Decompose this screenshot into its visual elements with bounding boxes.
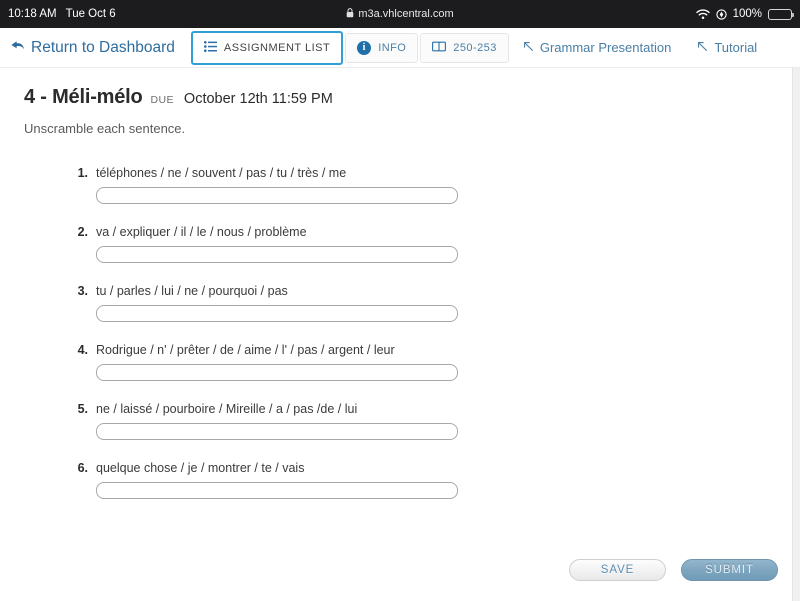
status-bar-date: Tue Oct 6: [65, 8, 116, 20]
submit-button[interactable]: SUBMIT: [681, 559, 778, 581]
exercise-scrambled-words: Rodrigue / n' / prêter / de / aime / l' …: [96, 343, 395, 357]
list-item: 1. téléphones / ne / souvent / pas / tu …: [68, 166, 776, 204]
exercise-prompt: 2. va / expliquer / il / le / nous / pro…: [68, 225, 776, 239]
list-item: 3. tu / parles / lui / ne / pourquoi / p…: [68, 284, 776, 322]
assignment-page: 4 - Méli-mélo DUE October 12th 11:59 PM …: [0, 68, 800, 601]
instructions-text: Unscramble each sentence.: [24, 121, 186, 136]
tab-info-label: INFO: [378, 41, 407, 54]
url-text: m3a.vhlcentral.com: [358, 8, 454, 20]
assignment-navbar: Return to Dashboard ASSIGNMENT LIST i IN…: [0, 28, 800, 68]
due-date: October 12th 11:59 PM: [183, 91, 333, 107]
list-item: 2. va / expliquer / il / le / nous / pro…: [68, 225, 776, 263]
assignment-content: 4 - Méli-mélo DUE October 12th 11:59 PM …: [0, 68, 800, 499]
exercise-scrambled-words: quelque chose / je / montrer / te / vais: [96, 461, 305, 475]
lock-icon: [346, 7, 354, 21]
answer-input-6[interactable]: [96, 482, 458, 499]
info-circle-icon: i: [357, 40, 372, 55]
list-item: 5. ne / laissé / pourboire / Mireille / …: [68, 402, 776, 440]
answer-input-2[interactable]: [96, 246, 458, 263]
status-bar-left: 10:18 AM Tue Oct 6: [8, 8, 116, 20]
answer-input-1[interactable]: [96, 187, 458, 204]
exercise-prompt: 1. téléphones / ne / souvent / pas / tu …: [68, 166, 776, 180]
exercise-scrambled-words: va / expliquer / il / le / nous / problè…: [96, 225, 307, 239]
answer-input-5[interactable]: [96, 423, 458, 440]
tab-pages-label: 250-253: [453, 41, 497, 54]
browser-url-display: m3a.vhlcentral.com: [0, 0, 800, 28]
exercise-prompt: 3. tu / parles / lui / ne / pourquoi / p…: [68, 284, 776, 298]
list-icon: [203, 40, 217, 55]
exercise-prompt: 6. quelque chose / je / montrer / te / v…: [68, 461, 776, 475]
exercise-number: 6.: [77, 461, 88, 475]
tab-info[interactable]: i INFO: [345, 32, 419, 63]
due-label: DUE: [150, 94, 174, 106]
answer-input-3[interactable]: [96, 305, 458, 322]
navbar-tabs: ASSIGNMENT LIST i INFO 250-253 Grammar P…: [190, 28, 769, 67]
return-to-dashboard-button[interactable]: Return to Dashboard: [10, 28, 191, 67]
link-grammar-presentation[interactable]: Grammar Presentation: [511, 33, 684, 63]
exercise-scrambled-words: téléphones / ne / souvent / pas / tu / t…: [96, 166, 347, 180]
exercise-number: 4.: [77, 343, 88, 357]
assignment-actions: SAVE SUBMIT: [569, 559, 778, 581]
list-item: 4. Rodrigue / n' / prêter / de / aime / …: [68, 343, 776, 381]
exercise-list: 1. téléphones / ne / souvent / pas / tu …: [24, 166, 776, 499]
return-to-dashboard-label: Return to Dashboard: [31, 38, 175, 56]
assignment-header: 4 - Méli-mélo DUE October 12th 11:59 PM: [24, 86, 776, 109]
exercise-number: 5.: [77, 402, 88, 416]
battery-icon: [768, 8, 795, 20]
page-title: 4 - Méli-mélo: [24, 86, 143, 108]
exercise-prompt: 5. ne / laissé / pourboire / Mireille / …: [68, 402, 776, 416]
external-link-arrow-icon: [523, 40, 534, 55]
exercise-prompt: 4. Rodrigue / n' / prêter / de / aime / …: [68, 343, 776, 357]
back-arrow-icon: [10, 39, 25, 57]
exercise-number: 3.: [77, 284, 88, 298]
answer-input-4[interactable]: [96, 364, 458, 381]
book-icon: [432, 41, 447, 55]
link-tutorial-label: Tutorial: [714, 40, 758, 55]
link-grammar-presentation-label: Grammar Presentation: [539, 40, 672, 55]
status-bar-time: 10:18 AM: [8, 8, 57, 20]
exercise-number: 2.: [77, 225, 88, 239]
list-item: 6. quelque chose / je / montrer / te / v…: [68, 461, 776, 499]
location-icon: [715, 8, 727, 20]
exercise-number: 1.: [77, 166, 88, 180]
tab-assignment-list-label: ASSIGNMENT LIST: [223, 41, 331, 54]
wifi-icon: [695, 8, 710, 20]
tab-assignment-list[interactable]: ASSIGNMENT LIST: [190, 30, 344, 65]
status-bar-right: 100%: [695, 8, 795, 20]
tab-pages-250-253[interactable]: 250-253: [420, 32, 509, 63]
exercise-scrambled-words: ne / laissé / pourboire / Mireille / a /…: [96, 402, 358, 416]
system-status-bar: 10:18 AM Tue Oct 6 m3a.vhlcentral.com 10…: [0, 0, 800, 28]
link-tutorial[interactable]: Tutorial: [685, 33, 769, 63]
page-scrollbar[interactable]: [792, 68, 800, 601]
external-link-arrow-icon: [697, 40, 708, 55]
exercise-scrambled-words: tu / parles / lui / ne / pourquoi / pas: [96, 284, 288, 298]
battery-percentage: 100%: [732, 8, 762, 20]
save-button[interactable]: SAVE: [569, 559, 666, 581]
